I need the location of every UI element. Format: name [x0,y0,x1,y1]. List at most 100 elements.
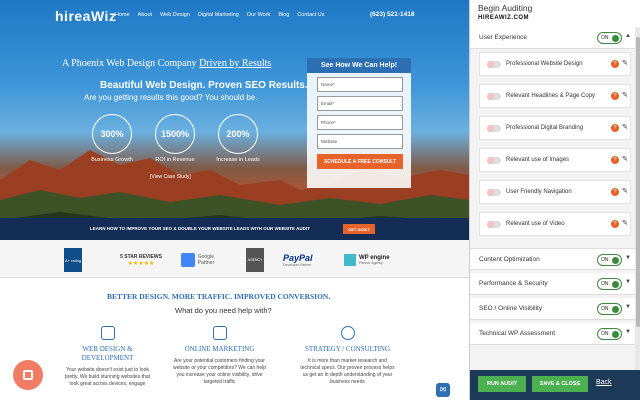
agency-badge: AGENCY [246,248,264,272]
nav-link-digital-marketing[interactable]: Digital Marketing [198,12,239,18]
name-field[interactable]: Name* [317,77,403,92]
item-toggle[interactable] [487,61,501,68]
trust-badges: A+ rating 5 STAR REVIEWS ★★★★★ Google Pa… [0,240,469,278]
nav-link-our-work[interactable]: Our Work [247,12,270,18]
edit-icon[interactable]: ✎ [622,124,630,132]
category-user-experience[interactable]: User Experience ON ▲ [470,27,635,49]
edit-icon[interactable]: ✎ [622,220,630,228]
website-viewport: hireaWiz Home About Web Design Digital M… [0,0,469,400]
paypal-sub: Developer Partner [283,263,312,267]
nav-link-contact[interactable]: Contact Us [297,12,324,18]
category-label: User Experience [479,34,528,41]
schedule-consult-button[interactable]: SCHEDULE A FREE CONSULT [317,154,403,169]
phone-number[interactable]: (623) 521-1418 [370,11,414,18]
email-field[interactable]: Email* [317,96,403,111]
help-icon[interactable]: ? [611,188,619,196]
wpengine-sub: Partner Agency [359,261,383,265]
toggle-knob [487,125,494,132]
item-label: User Friendly Navigation [506,189,572,195]
category-content-optimization[interactable]: Content Optimization ON ▼ [470,248,635,270]
stat-label-growth: Business Growth [91,157,133,163]
edit-icon[interactable]: ✎ [622,188,630,196]
item-toggle[interactable] [487,189,501,196]
service-web-design[interactable]: WEB DESIGN & DEVELOPMENT Your website do… [60,326,155,388]
seo-visibility-toggle[interactable]: ON [597,303,622,315]
nav-link-blog[interactable]: Blog [278,12,289,18]
toggle-knob [487,189,494,196]
technical-wp-toggle[interactable]: ON [597,328,622,340]
item-label: Relevant use of Video [506,221,565,227]
category-technical-wp[interactable]: Technical WP Assessment ON ▼ [470,323,635,345]
paypal-badge: PayPal Developer Partner [283,248,313,272]
toggle-state: ON [601,331,609,337]
category-label: Performance & Security [479,280,548,287]
chevron-down-icon[interactable]: ▼ [625,304,631,310]
nav-link-home[interactable]: Home [115,12,130,18]
toggle-knob [487,61,494,68]
content-optimization-toggle[interactable]: ON [597,254,622,266]
help-icon[interactable]: ? [611,60,619,68]
message-icon[interactable]: ✉ [436,383,450,397]
audit-item[interactable]: Professional Digital Branding ? ✎ [479,116,631,140]
help-icon[interactable]: ? [611,156,619,164]
performance-security-toggle[interactable]: ON [597,278,622,290]
audit-item[interactable]: Relevant use of Images ? ✎ [479,148,631,172]
scrollbar-thumb[interactable] [636,37,640,327]
service-online-marketing[interactable]: ONLINE MARKETING Are your potential cust… [172,326,267,386]
help-icon[interactable]: ? [611,220,619,228]
website-field[interactable]: Website [317,134,403,149]
section-heading: BETTER DESIGN. MORE TRAFFIC. IMPROVED CO… [107,292,331,301]
category-label: Technical WP Assessment [479,330,556,337]
toggle-knob [612,306,619,313]
category-seo-visibility[interactable]: SEO / Online Visibility ON ▼ [470,298,635,320]
edit-icon[interactable]: ✎ [622,92,630,100]
help-icon[interactable]: ? [611,92,619,100]
run-audit-button[interactable]: RUN AUDIT [478,376,526,392]
google-partner-badge: Google Partner [181,248,231,272]
category-label: SEO / Online Visibility [479,305,543,312]
phone-field[interactable]: Phone* [317,115,403,130]
item-toggle[interactable] [487,157,501,164]
chevron-down-icon[interactable]: ▼ [625,329,631,335]
audit-item[interactable]: Relevant use of Video ? ✎ [479,212,631,236]
item-toggle[interactable] [487,93,501,100]
service-strategy[interactable]: STRATEGY / CONSULTING It is more than ma… [300,326,395,386]
monitor-icon [100,326,115,340]
google-partner-text: Google Partner [197,254,215,266]
site-logo[interactable]: hireaWiz [55,8,116,24]
panel-footer: RUN AUDIT SAVE & CLOSE Back [470,370,640,400]
toggle-knob [612,257,619,264]
top-navigation: hireaWiz Home About Web Design Digital M… [0,0,469,32]
item-label: Professional Website Design [506,61,583,67]
stat-circle-roi: 1500% [155,114,195,154]
panel-scrollbar[interactable] [635,27,640,370]
item-label: Relevant Headlines & Page Copy [506,93,596,99]
user-experience-toggle[interactable]: ON [597,32,622,44]
nav-link-web-design[interactable]: Web Design [160,12,190,18]
back-link[interactable]: Back [596,379,612,386]
services-section: BETTER DESIGN. MORE TRAFFIC. IMPROVED CO… [0,278,469,400]
audit-list: User Experience ON ▲ Professional Websit… [470,27,640,370]
get-audit-button[interactable]: GET AUDIT [343,224,375,234]
chat-icon [23,370,33,380]
category-performance-security[interactable]: Performance & Security ON ▼ [470,273,635,295]
audit-banner: LEARN HOW TO IMPROVE YOUR SEO & DOUBLE Y… [0,218,469,240]
save-close-button[interactable]: SAVE & CLOSE [532,376,588,392]
audit-item[interactable]: Professional Website Design ? ✎ [479,52,631,76]
google-g-icon [181,253,195,267]
item-toggle[interactable] [487,221,501,228]
chevron-down-icon[interactable]: ▼ [625,255,631,261]
chevron-down-icon[interactable]: ▼ [625,279,631,285]
toggle-knob [612,281,619,288]
help-icon[interactable]: ? [611,124,619,132]
item-toggle[interactable] [487,125,501,132]
chevron-up-icon[interactable]: ▲ [625,33,631,39]
toggle-state: ON [601,281,609,287]
view-case-study-link[interactable]: [View Case Study] [150,174,191,180]
edit-icon[interactable]: ✎ [622,60,630,68]
audit-item[interactable]: User Friendly Navigation ? ✎ [479,180,631,204]
nav-link-about[interactable]: About [138,12,152,18]
wpengine-icon [344,254,356,266]
edit-icon[interactable]: ✎ [622,156,630,164]
audit-item[interactable]: Relevant Headlines & Page Copy ? ✎ [479,84,631,108]
